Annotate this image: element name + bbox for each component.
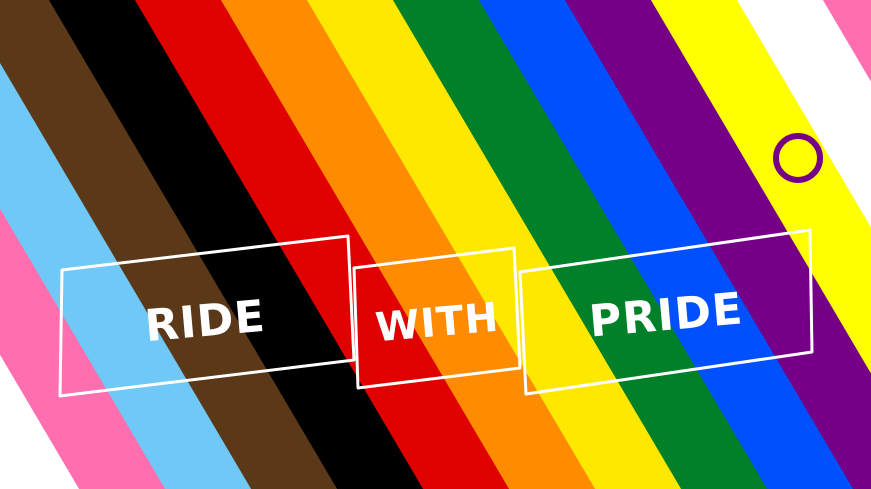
ride-with-pride-graphic: RIDE WITH PRIDE [0,0,871,489]
flag-stripes [0,0,871,489]
progress-pride-flag-background: RIDE WITH PRIDE [0,0,871,489]
banner-word-ride: RIDE [143,291,268,352]
